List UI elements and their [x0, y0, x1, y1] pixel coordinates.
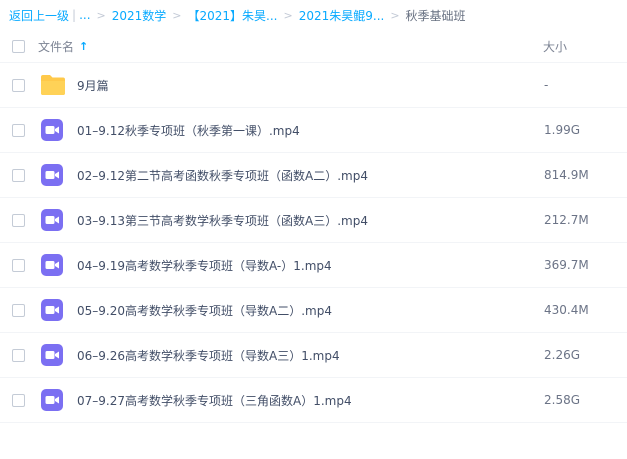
file-size: -	[544, 78, 549, 92]
video-file-icon	[40, 298, 64, 322]
file-row[interactable]: 04–9.19高考数学秋季专项班（导数A-）1.mp4 369.7M	[0, 243, 627, 288]
breadcrumb-item-1[interactable]: 2021数学	[112, 7, 167, 24]
breadcrumb-ellipsis[interactable]: ...	[79, 8, 90, 22]
file-row[interactable]: 05–9.20高考数学秋季专项班（导数A二）.mp4 430.4M	[0, 288, 627, 333]
sort-up-arrow-icon: ↑	[79, 39, 89, 53]
file-size: 814.9M	[544, 168, 589, 182]
file-name[interactable]: 04–9.19高考数学秋季专项班（导数A-）1.mp4	[77, 257, 332, 274]
breadcrumb-chevron-icon: >	[96, 8, 106, 22]
row-checkbox[interactable]	[12, 349, 25, 362]
file-list: 9月篇 - 01–9.12秋季专项班（秋季第一课）.mp4 1.99G 02–9.12第…	[0, 63, 627, 423]
file-size: 212.7M	[544, 213, 589, 227]
row-checkbox[interactable]	[12, 79, 25, 92]
file-size: 2.58G	[544, 393, 581, 407]
row-checkbox[interactable]	[12, 304, 25, 317]
breadcrumb: 返回上一级 | ... > 2021数学 > 【2021】朱昊... > 202…	[9, 0, 466, 30]
row-checkbox[interactable]	[12, 124, 25, 137]
video-file-icon	[40, 388, 64, 412]
breadcrumb-chevron-icon: >	[283, 8, 293, 22]
file-row[interactable]: 01–9.12秋季专项班（秋季第一课）.mp4 1.99G	[0, 108, 627, 153]
video-file-icon	[40, 208, 64, 232]
video-file-icon	[40, 253, 64, 277]
row-checkbox[interactable]	[12, 394, 25, 407]
row-checkbox[interactable]	[12, 214, 25, 227]
row-checkbox[interactable]	[12, 259, 25, 272]
breadcrumb-current: 秋季基础班	[405, 8, 466, 23]
file-size: 430.4M	[544, 303, 589, 317]
video-file-icon	[40, 118, 64, 142]
breadcrumb-item-2[interactable]: 【2021】朱昊...	[188, 7, 278, 24]
breadcrumb-divider: |	[72, 8, 77, 22]
breadcrumb-chevron-icon: >	[172, 8, 182, 22]
filename-column-label: 文件名	[38, 39, 75, 54]
breadcrumb-item-3[interactable]: 2021朱昊鲲9...	[299, 7, 385, 24]
file-name[interactable]: 03–9.13第三节高考数学秋季专项班（函数A三）.mp4	[77, 212, 368, 229]
folder-row[interactable]: 9月篇 -	[0, 63, 627, 108]
file-size: 369.7M	[544, 258, 589, 272]
select-all-checkbox[interactable]	[12, 39, 25, 53]
file-row[interactable]: 02–9.12第二节高考函数秋季专项班（函数A二）.mp4 814.9M	[0, 153, 627, 198]
file-name[interactable]: 05–9.20高考数学秋季专项班（导数A二）.mp4	[77, 302, 332, 319]
back-link[interactable]: 返回上一级	[9, 7, 69, 24]
size-column-header[interactable]: 大小	[543, 38, 567, 55]
file-name[interactable]: 9月篇	[77, 77, 109, 94]
file-size: 1.99G	[544, 123, 581, 137]
video-file-icon	[40, 163, 64, 187]
file-row[interactable]: 06–9.26高考数学秋季专项班（导数A三）1.mp4 2.26G	[0, 333, 627, 378]
file-size: 2.26G	[544, 348, 581, 362]
video-file-icon	[40, 343, 64, 367]
file-row[interactable]: 03–9.13第三节高考数学秋季专项班（函数A三）.mp4 212.7M	[0, 198, 627, 243]
folder-icon	[40, 73, 65, 97]
breadcrumb-chevron-icon: >	[390, 8, 400, 22]
row-checkbox[interactable]	[12, 169, 25, 182]
file-name[interactable]: 02–9.12第二节高考函数秋季专项班（函数A二）.mp4	[77, 167, 368, 184]
file-list-header: 文件名 ↑ 大小	[0, 30, 627, 63]
file-name[interactable]: 01–9.12秋季专项班（秋季第一课）.mp4	[77, 122, 300, 139]
filename-column-header[interactable]: 文件名 ↑	[38, 38, 88, 55]
file-name[interactable]: 06–9.26高考数学秋季专项班（导数A三）1.mp4	[77, 347, 340, 364]
file-name[interactable]: 07–9.27高考数学秋季专项班（三角函数A）1.mp4	[77, 392, 352, 409]
file-row[interactable]: 07–9.27高考数学秋季专项班（三角函数A）1.mp4 2.58G	[0, 378, 627, 423]
